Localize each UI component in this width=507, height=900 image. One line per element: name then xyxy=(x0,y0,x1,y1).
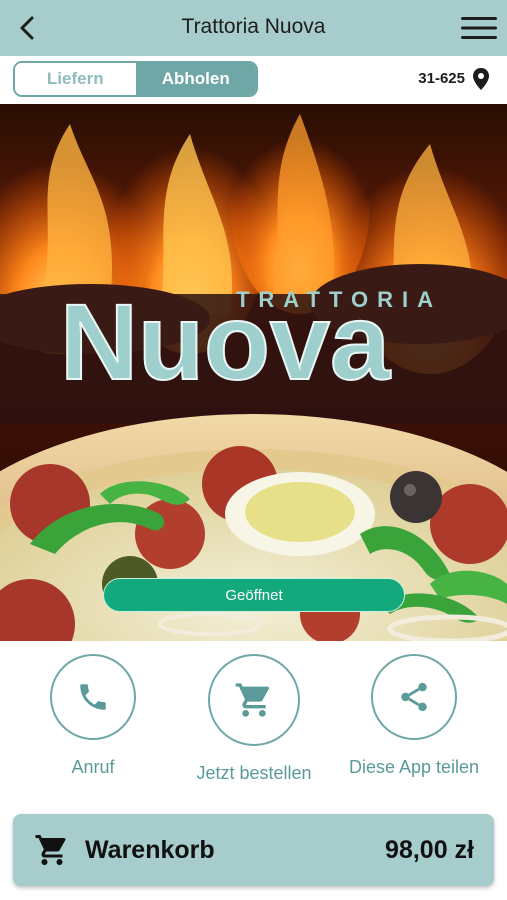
logo-main-text: Nuova xyxy=(60,281,391,402)
cart-bar[interactable]: Warenkorb 98,00 zł xyxy=(13,814,494,886)
order-now-button[interactable] xyxy=(208,654,300,746)
share-app-label[interactable]: Diese App teilen xyxy=(344,757,484,778)
delivery-mode-toggle: Liefern Abholen xyxy=(13,61,258,97)
map-pin-icon[interactable] xyxy=(471,67,491,91)
call-label[interactable]: Anruf xyxy=(43,757,143,778)
toggle-option-pickup[interactable]: Abholen xyxy=(135,63,256,95)
share-icon xyxy=(401,682,427,712)
pizza-fire-illustration: TRATTORIA Nuova xyxy=(0,104,507,641)
open-status-badge: Geöffnet xyxy=(103,578,405,612)
top-bar: Trattoria Nuova xyxy=(0,0,507,56)
call-button[interactable] xyxy=(50,654,136,740)
cart-label: Warenkorb xyxy=(85,836,215,864)
postal-code[interactable]: 31-625 xyxy=(418,70,465,87)
order-now-label[interactable]: Jetzt bestellen xyxy=(179,763,329,784)
cart-icon xyxy=(35,835,66,865)
cart-total: 98,00 zł xyxy=(385,836,474,864)
toggle-option-delivery[interactable]: Liefern xyxy=(15,63,136,95)
share-app-button[interactable] xyxy=(371,654,457,740)
cart-icon xyxy=(235,683,269,717)
app-screen: Trattoria Nuova Liefern Abholen 31-625 T… xyxy=(0,0,507,900)
hamburger-menu-icon[interactable] xyxy=(461,14,497,42)
page-title: Trattoria Nuova xyxy=(181,15,326,38)
quick-actions: Anruf Jetzt bestellen Diese App teilen xyxy=(0,650,507,800)
hero-image: TRATTORIA Nuova xyxy=(0,104,507,641)
phone-icon xyxy=(80,684,106,710)
